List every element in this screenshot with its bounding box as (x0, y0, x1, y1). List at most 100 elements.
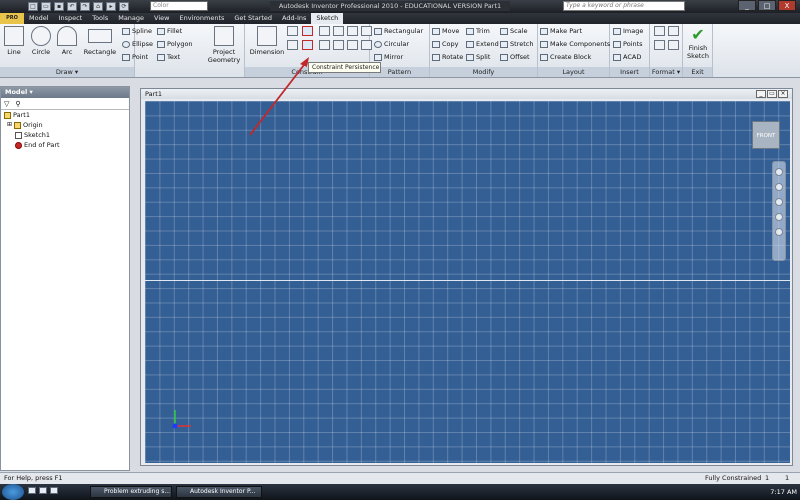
coincident-icon[interactable] (319, 26, 330, 36)
collinear-icon[interactable] (333, 26, 344, 36)
tab-view[interactable]: View (149, 13, 174, 24)
taskbar-item-inventor[interactable]: Autodesk Inventor P... (176, 486, 262, 498)
coordinate-triad-icon (172, 410, 191, 429)
update-icon[interactable]: ⟳ (119, 2, 129, 11)
rectangular-pattern-button[interactable]: Rectangular (374, 27, 423, 35)
text-button[interactable]: Text (157, 53, 180, 61)
expand-icon[interactable]: ⊞ (7, 120, 12, 130)
horizontal-icon[interactable] (347, 40, 358, 50)
make-components-button[interactable]: Make Components (540, 40, 610, 48)
tab-inspect[interactable]: Inspect (54, 13, 88, 24)
trim-button[interactable]: Trim (466, 27, 490, 35)
center-point-icon[interactable] (654, 40, 665, 50)
orbit-icon[interactable] (775, 213, 783, 221)
points-button[interactable]: Points (613, 40, 643, 48)
show-desktop-icon[interactable] (28, 487, 36, 494)
tab-add-ins[interactable]: Add-Ins (277, 13, 311, 24)
mirror-button[interactable]: Mirror (374, 53, 403, 61)
create-block-button[interactable]: Create Block (540, 53, 591, 61)
minimize-button[interactable]: _ (738, 0, 756, 11)
concentric-icon[interactable] (347, 26, 358, 36)
maximize-button[interactable]: □ (758, 0, 776, 11)
rectangle-button[interactable]: Rectangle (83, 26, 117, 56)
browser-title[interactable]: Model ▾ (1, 87, 129, 98)
acad-button[interactable]: ACAD (613, 53, 641, 61)
tab-tools[interactable]: Tools (87, 13, 113, 24)
draw-panel-label[interactable]: Draw ▾ (0, 67, 134, 77)
modify-panel-label[interactable]: Modify (430, 67, 537, 77)
filter-icon[interactable]: ▽ (4, 100, 9, 108)
steering-wheel-icon[interactable] (775, 168, 783, 176)
dimension-button[interactable]: Dimension (248, 26, 286, 56)
finish-sketch-button[interactable]: ✔ Finish Sketch (685, 26, 711, 61)
doc-restore-button[interactable]: ▭ (767, 90, 777, 98)
tree-item-sketch1[interactable]: Sketch1 (1, 130, 129, 140)
clock[interactable]: 7:17 AM (770, 484, 797, 500)
split-button[interactable]: Split (466, 53, 490, 61)
look-at-icon[interactable] (775, 228, 783, 236)
format-panel-label[interactable]: Format ▾ (650, 67, 682, 77)
start-button[interactable] (2, 484, 24, 500)
modify-panel: Move Copy Rotate Trim Extend Split Scale… (430, 24, 538, 77)
firefox-icon[interactable] (50, 487, 58, 494)
circle-icon (31, 26, 51, 46)
taskbar-item-browser[interactable]: Problem extruding s... (90, 486, 172, 498)
insert-panel-label[interactable]: Insert (610, 67, 649, 77)
tab-sketch[interactable]: Sketch (311, 13, 344, 24)
copy-button[interactable]: Copy (432, 40, 459, 48)
image-button[interactable]: Image (613, 27, 643, 35)
pan-icon[interactable] (775, 183, 783, 191)
auto-dimension-icon[interactable] (287, 26, 298, 36)
tree-item-end-of-part[interactable]: End of Part (1, 140, 129, 150)
arc-button[interactable]: Arc (56, 26, 78, 56)
show-constraints-icon[interactable] (287, 40, 298, 50)
zoom-icon[interactable] (775, 198, 783, 206)
circular-pattern-button[interactable]: Circular (374, 40, 409, 48)
tab-environments[interactable]: Environments (174, 13, 229, 24)
constraint-persistence-icon[interactable] (302, 40, 313, 50)
circle-button[interactable]: Circle (29, 26, 53, 56)
select-icon[interactable]: ▸ (106, 2, 116, 11)
search-input[interactable]: Type a keyword or phrase (563, 1, 685, 11)
scale-button[interactable]: Scale (500, 27, 528, 35)
driven-dimension-icon[interactable] (668, 40, 679, 50)
tab-get-started[interactable]: Get Started (229, 13, 277, 24)
copy-icon (432, 40, 440, 48)
stretch-button[interactable]: Stretch (500, 40, 533, 48)
parallel-icon[interactable] (319, 40, 330, 50)
graphics-viewport[interactable]: FRONT (145, 101, 790, 463)
application-menu-button[interactable]: PRO (0, 13, 24, 24)
tab-manage[interactable]: Manage (113, 13, 149, 24)
color-dropdown[interactable]: Color (150, 1, 208, 11)
close-button[interactable]: X (778, 0, 796, 11)
construction-icon[interactable] (654, 26, 665, 36)
layout-panel-label[interactable]: Layout (538, 67, 609, 77)
doc-minimize-button[interactable]: _ (756, 90, 766, 98)
tab-model[interactable]: Model (24, 13, 54, 24)
offset-button[interactable]: Offset (500, 53, 530, 61)
redo-icon[interactable]: ↷ (80, 2, 90, 11)
viewcube[interactable]: FRONT (752, 121, 780, 149)
line-button[interactable]: Line (3, 26, 25, 56)
polygon-button[interactable]: Polygon (157, 40, 193, 48)
make-part-button[interactable]: Make Part (540, 27, 582, 35)
tree-item-part1[interactable]: Part1 (1, 110, 129, 120)
move-button[interactable]: Move (432, 27, 459, 35)
fillet-button[interactable]: Fillet (157, 27, 182, 35)
undo-icon[interactable]: ↶ (67, 2, 77, 11)
tree-item-origin[interactable]: ⊞ Origin (1, 120, 129, 130)
rotate-button[interactable]: Rotate (432, 53, 463, 61)
find-icon[interactable]: ⚲ (15, 100, 20, 108)
save-icon[interactable]: ▪ (54, 2, 64, 11)
constraint-inference-icon[interactable] (302, 26, 313, 36)
new-icon[interactable]: □ (28, 2, 38, 11)
extend-button[interactable]: Extend (466, 40, 499, 48)
perpendicular-icon[interactable] (333, 40, 344, 50)
browser-icon[interactable] (39, 487, 47, 494)
open-icon[interactable]: ▭ (41, 2, 51, 11)
doc-close-button[interactable]: × (778, 90, 788, 98)
centerline-icon[interactable] (668, 26, 679, 36)
project-geometry-button[interactable]: Project Geometry (205, 26, 243, 64)
home-icon[interactable]: ⌂ (93, 2, 103, 11)
line-label: Line (7, 48, 21, 56)
